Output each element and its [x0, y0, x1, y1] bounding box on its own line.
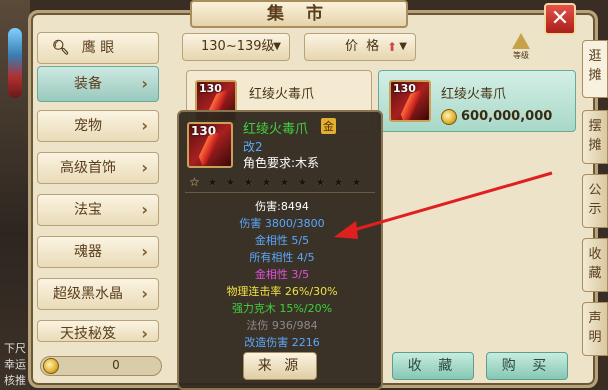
tooltip-sub: 改2: [243, 140, 263, 154]
tab-label: 声明: [588, 311, 602, 345]
sidebar-item-artifact[interactable]: 法宝 ›: [37, 194, 159, 226]
item-name: 红绫火毒爪: [441, 87, 507, 102]
claw-icon: [395, 90, 429, 120]
game-side-strip: 下尺 幸运 核推: [0, 0, 30, 390]
sidebar-item-crystal[interactable]: 超级黑水晶 ›: [37, 278, 159, 310]
star-icon: ★: [243, 175, 254, 189]
currency-bar: 0: [40, 356, 162, 376]
coin-icon: [43, 358, 59, 374]
sidebar-item-label: 法宝: [74, 202, 102, 218]
sidebar-item-jewelry[interactable]: 高级首饰 ›: [37, 152, 159, 184]
coin-icon: [441, 109, 457, 125]
favorite-label: 收 藏: [407, 358, 459, 374]
stat-line: 物理连击率 26%/30%: [226, 285, 338, 298]
chevron-right-icon: ›: [141, 74, 148, 93]
stat-line: 金相性 3/5: [254, 268, 310, 281]
sidebar-item-label: 宠物: [74, 118, 102, 134]
level-icon: [512, 33, 530, 49]
arrow-shaft: [349, 171, 553, 233]
tab-label: 公示: [588, 183, 602, 217]
strip-text: 下尺: [4, 342, 26, 355]
tab-label: 收藏: [588, 247, 602, 281]
level-range-value: 130~139级: [201, 39, 275, 54]
item-card[interactable]: 130 红绫火毒爪 600,000,000: [378, 70, 576, 132]
tab-label: 摆摊: [588, 119, 602, 153]
source-button-label: 来 源: [257, 358, 303, 374]
level-corner-button[interactable]: 等级: [510, 33, 532, 61]
strip-text: 核推: [4, 374, 26, 387]
tab-favorites[interactable]: 收藏: [582, 238, 608, 292]
sort-arrow-icon: ⬆: [387, 40, 398, 54]
price-sort-label: 价 格: [345, 39, 382, 54]
tab-browse[interactable]: 逛摊: [582, 40, 608, 98]
close-button[interactable]: ✕: [544, 3, 576, 35]
search-button[interactable]: 🔍︎ 鹰 眼: [37, 32, 159, 64]
star-icon: ☆: [189, 175, 200, 189]
currency-value: 0: [112, 358, 120, 372]
tooltip-item-name: 红绫火毒爪: [243, 122, 309, 137]
search-label: 鹰 眼: [81, 40, 115, 56]
source-button[interactable]: 来 源: [243, 352, 317, 380]
level-corner-label: 等级: [513, 51, 529, 60]
tab-notice[interactable]: 声明: [582, 302, 608, 356]
buy-label: 购 买: [501, 358, 553, 374]
item-price: 600,000,000: [461, 109, 553, 124]
sidebar-item-skills[interactable]: 天技秘笈 ›: [37, 320, 159, 342]
stat-line: 法伤 936/984: [246, 319, 318, 332]
tab-announce[interactable]: 公示: [582, 174, 608, 228]
sidebar-item-label: 装备: [74, 76, 102, 92]
sidebar-item-soul[interactable]: 魂器 ›: [37, 236, 159, 268]
sidebar-item-label: 超级黑水晶: [53, 286, 123, 302]
chevron-down-icon: ▼: [273, 41, 281, 52]
sidebar-item-equipment[interactable]: 装备 ›: [37, 66, 159, 102]
chevron-right-icon: ›: [141, 200, 148, 219]
chevron-right-icon: ›: [141, 284, 148, 303]
item-icon: 130: [389, 80, 431, 122]
tooltip-item-icon: 130: [187, 122, 233, 168]
star-icon: ★: [297, 175, 308, 189]
gold-badge: 金: [321, 118, 336, 134]
level-range-select[interactable]: 130~139级 ▼: [182, 33, 290, 61]
window-title: 集 市: [190, 0, 408, 28]
star-icon: ★: [225, 175, 236, 189]
strip-text: 幸运: [4, 358, 26, 371]
chevron-right-icon: ›: [141, 158, 148, 177]
ornament-icon: [8, 28, 22, 98]
stat-line: 所有相性 4/5: [249, 251, 315, 264]
star-icon: ★: [279, 175, 290, 189]
stat-line: 强力克木 15%/20%: [231, 302, 333, 315]
arrow-head: [334, 221, 358, 239]
annotation-arrow: [334, 171, 553, 239]
star-icon: ★: [261, 175, 272, 189]
chevron-down-icon: ▼: [399, 41, 407, 52]
tab-label: 逛摊: [588, 49, 602, 83]
stat-line: 改造伤害 2216: [244, 336, 320, 349]
sidebar-item-label: 高级首饰: [60, 160, 116, 176]
sidebar-item-label: 天技秘笈: [60, 326, 116, 342]
sidebar-item-label: 魂器: [74, 244, 102, 260]
item-name: 红绫火毒爪: [249, 87, 315, 102]
tab-sell[interactable]: 摆摊: [582, 110, 608, 164]
sidebar-item-pets[interactable]: 宠物 ›: [37, 110, 159, 142]
chevron-right-icon: ›: [141, 116, 148, 135]
tooltip-requirement: 角色要求:木系: [243, 156, 320, 170]
close-icon: ✕: [550, 6, 570, 31]
price-sort-button[interactable]: 价 格 ⬆ ▼: [304, 33, 416, 61]
chevron-right-icon: ›: [141, 324, 148, 342]
item-tooltip: 130 红绫火毒爪 金 改2 角色要求:木系 ☆ ★ ★ ★ ★ ★ ★ ★ ★…: [177, 110, 383, 390]
star-icon: ★: [207, 175, 218, 189]
favorite-button[interactable]: 收 藏: [392, 352, 474, 380]
buy-button[interactable]: 购 买: [486, 352, 568, 380]
chevron-right-icon: ›: [141, 242, 148, 261]
